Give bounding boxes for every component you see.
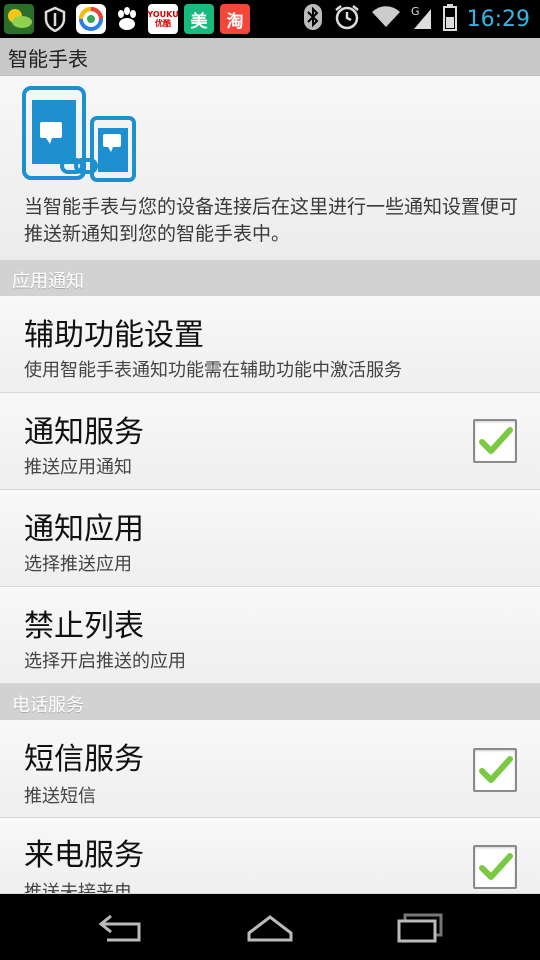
title-bar: 智能手表 — [0, 38, 540, 76]
recents-button[interactable] — [390, 908, 450, 948]
list-item-block-list[interactable]: 禁止列表 选择开启推送的应用 — [0, 587, 540, 684]
page-title: 智能手表 — [8, 47, 88, 71]
item-title: 短信服务 — [24, 742, 144, 777]
svg-text:G: G — [411, 5, 420, 18]
notification-icons: YOUKU 优酷 美 淘 — [0, 4, 250, 34]
call-service-checkbox[interactable] — [473, 845, 517, 889]
meituan-icon: 美 — [184, 4, 214, 34]
section-title: 电话服务 — [12, 695, 84, 716]
navigation-bar — [0, 894, 540, 960]
item-title: 通知服务 — [24, 415, 144, 450]
checkmark-icon — [479, 427, 513, 454]
home-button[interactable] — [240, 908, 300, 948]
list-item-call-service[interactable]: 来电服务 推送未接来电 — [0, 818, 540, 894]
home-icon — [247, 915, 293, 942]
item-title: 辅助功能设置 — [24, 318, 204, 353]
item-subtitle: 推送短信 — [24, 786, 96, 807]
signal-icon: G — [411, 3, 433, 35]
back-icon — [98, 914, 141, 942]
section-title: 应用通知 — [12, 271, 84, 292]
status-bar: YOUKU 优酷 美 淘 G 16:29 — [0, 0, 540, 38]
battery-icon — [442, 3, 457, 35]
youku-icon: YOUKU 优酷 — [147, 4, 179, 34]
item-subtitle: 推送应用通知 — [24, 457, 132, 478]
wifi-icon — [371, 5, 401, 33]
header-area: 当智能手表与您的设备连接后在这里进行一些通知设置便可推送新通知到您的智能手表中。 — [0, 76, 540, 260]
taobao-icon: 淘 — [220, 4, 250, 34]
notification-service-checkbox[interactable] — [473, 419, 517, 463]
system-icons: G 16:29 — [303, 3, 540, 35]
section-header-phone-services: 电话服务 — [0, 684, 540, 720]
list-item-sms-service[interactable]: 短信服务 推送短信 — [0, 720, 540, 818]
status-time: 16:29 — [466, 6, 530, 32]
item-subtitle: 选择开启推送的应用 — [24, 651, 186, 672]
back-button[interactable] — [92, 908, 152, 948]
item-subtitle: 选择推送应用 — [24, 554, 132, 575]
checkmark-icon — [479, 853, 513, 880]
shield-icon — [40, 4, 70, 34]
item-title: 禁止列表 — [24, 609, 144, 644]
header-description: 当智能手表与您的设备连接后在这里进行一些通知设置便可推送新通知到您的智能手表中。 — [24, 196, 519, 245]
list-item-accessibility-settings[interactable]: 辅助功能设置 使用智能手表通知功能需在辅助功能中激活服务 — [0, 296, 540, 393]
section-header-app-notifications: 应用通知 — [0, 260, 540, 296]
checkmark-icon — [479, 756, 513, 783]
item-subtitle: 使用智能手表通知功能需在辅助功能中激活服务 — [24, 360, 402, 381]
item-title: 通知应用 — [24, 512, 144, 547]
alarm-icon — [333, 3, 361, 35]
recents-icon — [397, 913, 443, 943]
item-subtitle: 推送未接来电 — [24, 882, 132, 894]
item-title: 来电服务 — [24, 838, 144, 873]
weather-app-icon — [4, 4, 34, 34]
baidu-paw-icon — [112, 4, 142, 34]
smartwatch-devices-icon — [22, 86, 136, 182]
bluetooth-icon — [303, 3, 323, 35]
sms-service-checkbox[interactable] — [473, 748, 517, 792]
list-item-notification-apps[interactable]: 通知应用 选择推送应用 — [0, 490, 540, 587]
list-item-notification-service[interactable]: 通知服务 推送应用通知 — [0, 393, 540, 490]
browser-icon — [76, 4, 106, 34]
